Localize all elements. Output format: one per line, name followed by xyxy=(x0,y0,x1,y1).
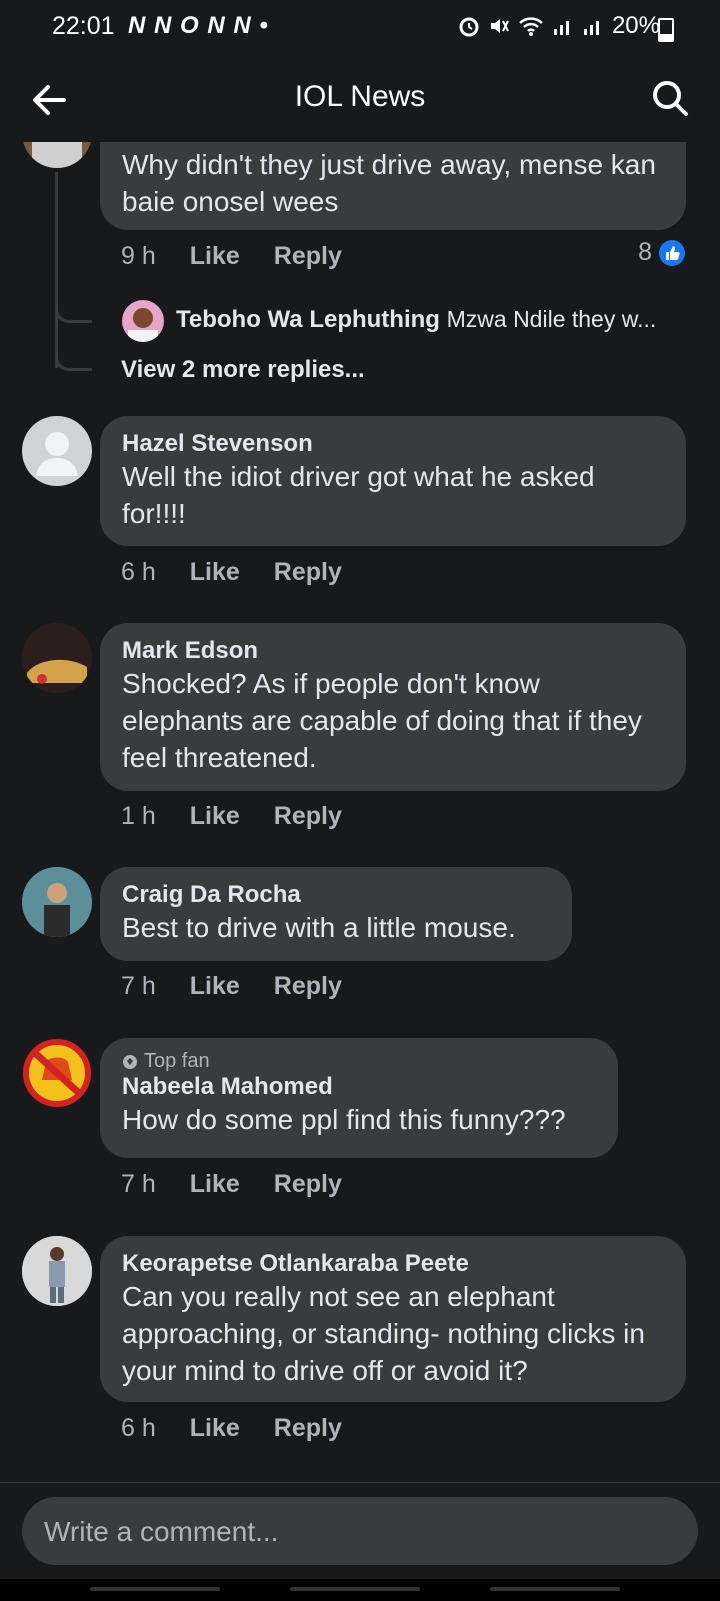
top-bar: IOL News xyxy=(0,56,720,142)
comment-author: Nabeela Mahomed xyxy=(122,1073,333,1100)
comment-actions: 1 h Like Reply xyxy=(121,802,342,831)
comments-list: Why didn't they just drive away, mense k… xyxy=(0,142,720,1482)
like-button[interactable]: Like xyxy=(190,1170,240,1199)
comment-input[interactable] xyxy=(42,1511,666,1553)
reply-button[interactable]: Reply xyxy=(274,972,342,1001)
view-more-replies[interactable]: View 2 more replies... xyxy=(121,356,365,384)
comment-time: 7 h xyxy=(121,1170,156,1198)
diamond-icon xyxy=(123,1054,137,1069)
reply-preview[interactable]: Teboho Wa Lephuthing Mzwa Ndile they w..… xyxy=(176,306,656,334)
comment-actions: 6 h Like Reply xyxy=(121,558,342,587)
comment-composer-bar xyxy=(0,1482,720,1601)
comment-bubble[interactable]: Mark Edson Shocked? As if people don't k… xyxy=(100,623,686,791)
comment-actions: 6 h Like Reply xyxy=(121,1414,342,1443)
battery-icon xyxy=(658,18,674,42)
reaction-count[interactable]: 8 xyxy=(638,238,686,267)
comment-text: Why didn't they just drive away, mense k… xyxy=(122,149,656,217)
comment-actions: 9 h Like Reply xyxy=(121,242,342,271)
comment-time: 1 h xyxy=(121,802,156,830)
top-fan-badge: Top fan xyxy=(122,1050,596,1073)
reply-button[interactable]: Reply xyxy=(274,558,342,587)
reply-snippet: Mzwa Ndile they w... xyxy=(446,306,657,332)
status-icons: 20% xyxy=(458,12,660,40)
status-time: 22:01 xyxy=(52,12,115,40)
nav-handle xyxy=(490,1587,620,1591)
avatar[interactable] xyxy=(22,1038,92,1108)
signal-icon-2 xyxy=(583,21,599,35)
like-reaction-icon xyxy=(659,239,685,266)
thread-line xyxy=(55,172,58,368)
reply-button[interactable]: Reply xyxy=(274,1170,342,1199)
reaction-number: 8 xyxy=(638,238,652,266)
comment-author: Craig Da Rocha xyxy=(122,881,301,908)
comment-bubble[interactable]: Why didn't they just drive away, mense k… xyxy=(100,142,686,230)
comment-author: Keorapetse Otlankaraba Peete xyxy=(122,1250,469,1277)
top-fan-label: Top fan xyxy=(144,1050,210,1072)
comment-text: Well the idiot driver got what he asked … xyxy=(122,461,595,529)
wifi-icon xyxy=(519,17,543,36)
comment-actions: 7 h Like Reply xyxy=(121,972,342,1001)
page-title: IOL News xyxy=(294,80,426,113)
avatar[interactable] xyxy=(22,623,92,693)
like-button[interactable]: Like xyxy=(190,802,240,831)
comment-text: Best to drive with a little mouse. xyxy=(122,912,516,943)
comment-text: Shocked? As if people don't know elephan… xyxy=(122,668,642,773)
like-button[interactable]: Like xyxy=(190,242,240,271)
comment-bubble[interactable]: Top fan Nabeela Mahomed How do some ppl … xyxy=(100,1038,618,1158)
avatar[interactable] xyxy=(22,867,92,937)
signal-icon xyxy=(553,21,569,35)
search-icon[interactable] xyxy=(648,76,692,120)
comment-author: Hazel Stevenson xyxy=(122,430,313,457)
nav-handle xyxy=(90,1587,220,1591)
comment-time: 6 h xyxy=(121,558,156,586)
reply-button[interactable]: Reply xyxy=(274,1414,342,1443)
comment-time: 7 h xyxy=(121,972,156,1000)
thread-connector xyxy=(55,342,92,371)
comment-bubble[interactable]: Keorapetse Otlankaraba Peete Can you rea… xyxy=(100,1236,686,1402)
battery-percent: 20% xyxy=(611,12,660,39)
status-bar: 22:01 N N O N N • 20% xyxy=(0,0,720,56)
like-button[interactable]: Like xyxy=(190,972,240,1001)
avatar[interactable] xyxy=(22,142,92,168)
mute-icon xyxy=(490,19,509,33)
comment-time: 6 h xyxy=(121,1414,156,1442)
comment-composer[interactable] xyxy=(22,1497,698,1565)
comment-text: How do some ppl find this funny??? xyxy=(122,1104,566,1135)
reply-button[interactable]: Reply xyxy=(274,242,342,271)
alarm-icon xyxy=(459,17,479,37)
reply-author: Teboho Wa Lephuthing xyxy=(176,306,440,333)
like-button[interactable]: Like xyxy=(190,558,240,587)
thread-connector xyxy=(55,292,92,323)
like-button[interactable]: Like xyxy=(190,1414,240,1443)
comment-author: Mark Edson xyxy=(122,637,259,664)
reply-button[interactable]: Reply xyxy=(274,802,342,831)
comment-bubble[interactable]: Craig Da Rocha Best to drive with a litt… xyxy=(100,867,572,961)
avatar[interactable] xyxy=(22,1236,92,1306)
avatar[interactable] xyxy=(122,300,164,342)
comment-actions: 7 h Like Reply xyxy=(121,1170,342,1199)
comment-time: 9 h xyxy=(121,242,156,270)
avatar[interactable] xyxy=(22,416,92,486)
system-nav-bar xyxy=(0,1579,720,1601)
notification-icons: N N O N N • xyxy=(128,12,269,39)
comment-text: Can you really not see an elephant appro… xyxy=(122,1281,645,1386)
nav-handle xyxy=(290,1587,420,1591)
comment-bubble[interactable]: Hazel Stevenson Well the idiot driver go… xyxy=(100,416,686,546)
